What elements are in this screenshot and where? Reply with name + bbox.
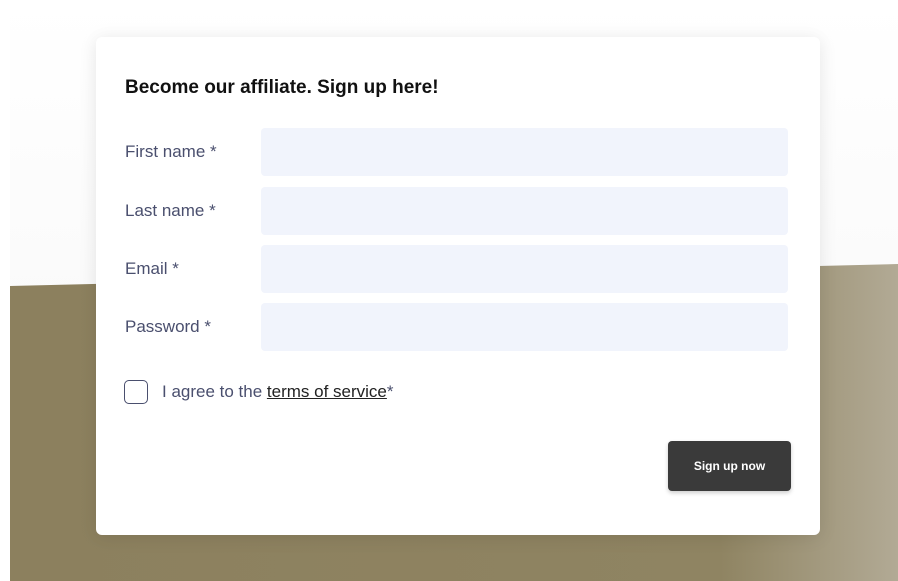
- password-input[interactable]: [261, 303, 788, 351]
- email-row: Email *: [125, 245, 788, 293]
- terms-agreement: I agree to the terms of service *: [124, 378, 394, 406]
- last-name-input[interactable]: [261, 187, 788, 235]
- signup-card: Become our affiliate. Sign up here! Firs…: [96, 37, 820, 535]
- sign-up-button[interactable]: Sign up now: [668, 441, 791, 491]
- form-title: Become our affiliate. Sign up here!: [125, 77, 439, 98]
- first-name-row: First name *: [125, 128, 788, 176]
- password-row: Password *: [125, 303, 788, 351]
- first-name-input[interactable]: [261, 128, 788, 176]
- password-label: Password *: [125, 317, 211, 336]
- terms-prefix-text: I agree to the: [162, 382, 267, 401]
- last-name-row: Last name *: [125, 187, 788, 235]
- terms-required-mark: *: [386, 382, 394, 401]
- email-input[interactable]: [261, 245, 788, 293]
- email-label: Email *: [125, 259, 179, 278]
- last-name-label: Last name *: [125, 201, 216, 220]
- first-name-label: First name *: [125, 142, 217, 161]
- terms-checkbox[interactable]: [124, 380, 148, 404]
- terms-of-service-link[interactable]: terms of service: [267, 382, 387, 402]
